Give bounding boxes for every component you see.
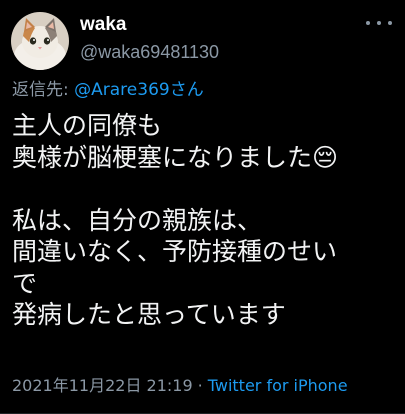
avatar[interactable] xyxy=(11,12,69,70)
user-handle[interactable]: @waka69481130 xyxy=(80,41,219,63)
tweet-footer: 2021年11月22日 21:19 · Twitter for iPhone xyxy=(12,376,348,396)
footer-separator: · xyxy=(197,376,203,395)
tweet-text: 主人の同僚も 奥様が脳梗塞になりました😔 私は、自分の親族は、 間違いなく、予防… xyxy=(12,111,339,329)
tweet-card: waka @waka69481130 返信先: @Arare369さん 主人の同… xyxy=(0,0,405,414)
dot xyxy=(366,21,370,25)
tweet-datetime[interactable]: 2021年11月22日 21:19 xyxy=(12,376,193,395)
reply-prefix: 返信先: xyxy=(12,80,75,100)
display-name[interactable]: waka xyxy=(80,14,126,36)
dot xyxy=(377,21,381,25)
dot xyxy=(388,21,392,25)
more-dots-icon[interactable] xyxy=(366,16,392,30)
reply-target-link[interactable]: @Arare369さん xyxy=(74,80,204,100)
reply-to-line: 返信先: @Arare369さん xyxy=(12,79,204,101)
tweet-source-link[interactable]: Twitter for iPhone xyxy=(208,376,348,395)
cat-avatar-image xyxy=(11,12,69,70)
